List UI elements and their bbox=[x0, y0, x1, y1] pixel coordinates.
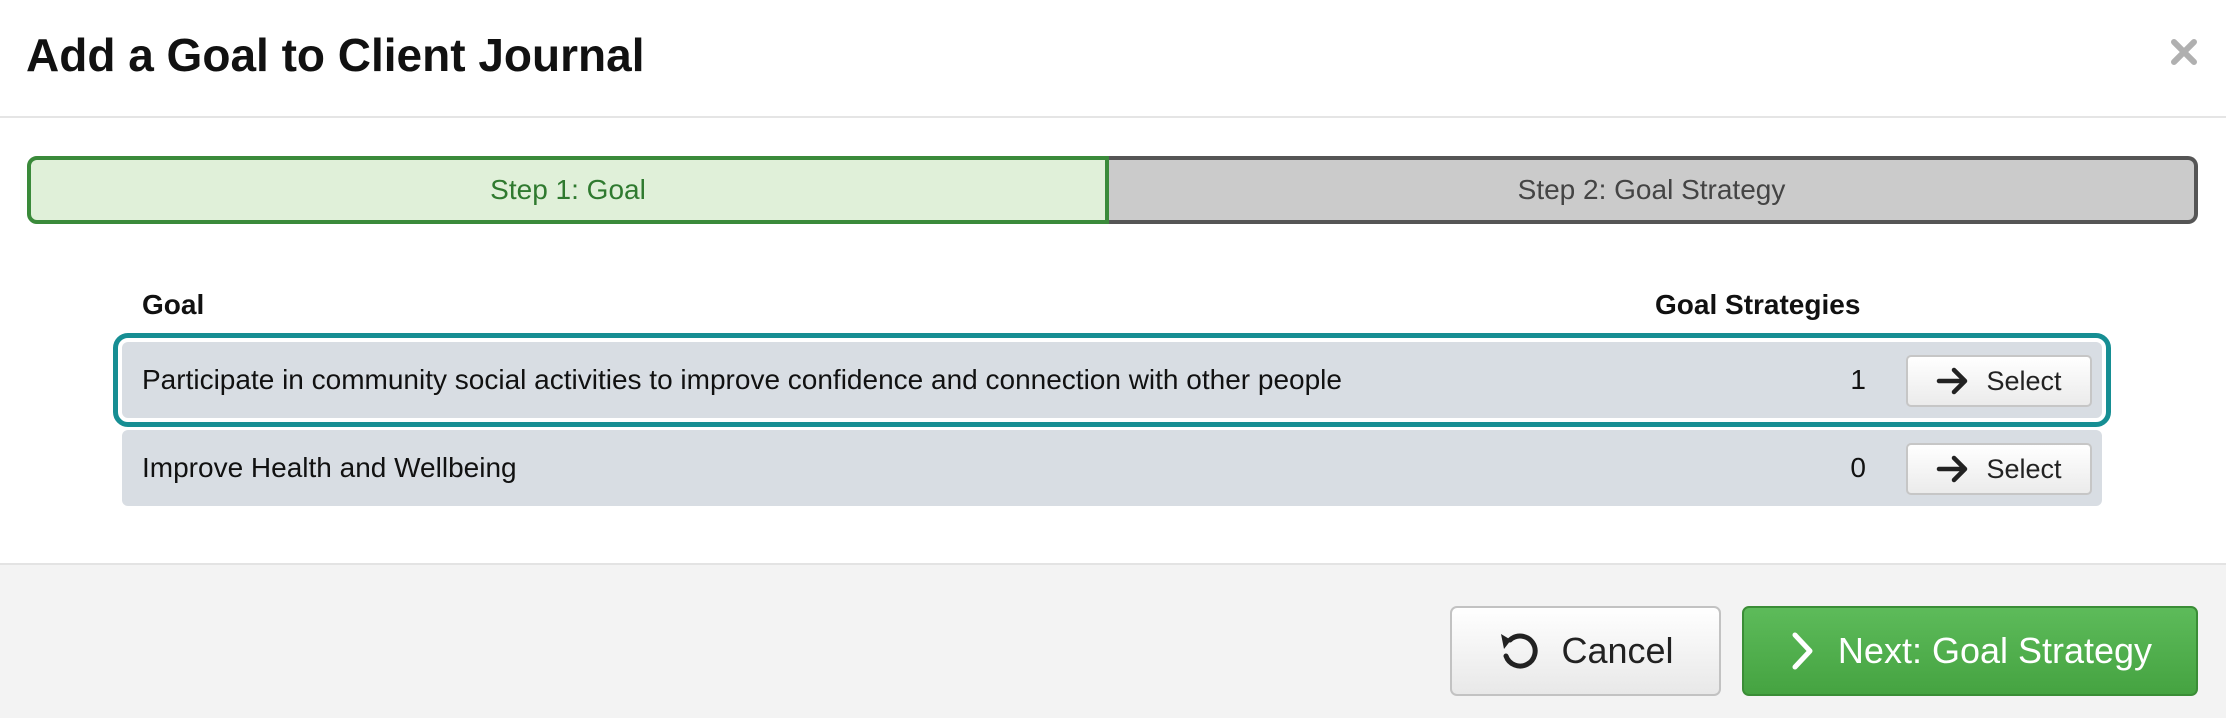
next-button-label: Next: Goal Strategy bbox=[1837, 630, 2153, 671]
select-goal-button[interactable]: Select bbox=[1906, 443, 2092, 495]
select-button-label: Select bbox=[1986, 365, 2062, 396]
goal-strategies-count: 0 bbox=[1850, 452, 1866, 483]
table-row[interactable]: Participate in community social activiti… bbox=[113, 333, 2111, 427]
goal-name: Improve Health and Wellbeing bbox=[142, 452, 517, 483]
chevron-right-icon bbox=[1792, 632, 1813, 670]
next-goal-strategy-button[interactable]: Next: Goal Strategy bbox=[1742, 606, 2198, 696]
column-header-goal: Goal bbox=[142, 289, 205, 320]
undo-icon bbox=[1501, 633, 1539, 669]
goal-table: Goal Goal Strategies Participate in comm… bbox=[0, 0, 2226, 560]
column-header-goal-strategies: Goal Strategies bbox=[1655, 289, 1861, 320]
arrow-right-icon bbox=[1937, 367, 1968, 395]
modal-footer: Cancel Next: Goal Strategy bbox=[0, 563, 2226, 718]
table-row[interactable]: Improve Health and Wellbeing 0 Select bbox=[122, 430, 2102, 506]
goal-strategies-count: 1 bbox=[1850, 364, 1866, 395]
select-button-label: Select bbox=[1986, 453, 2062, 484]
select-goal-button[interactable]: Select bbox=[1906, 355, 2092, 407]
cancel-button[interactable]: Cancel bbox=[1450, 606, 1721, 696]
arrow-right-icon bbox=[1937, 455, 1968, 483]
goal-name: Participate in community social activiti… bbox=[142, 364, 1342, 395]
cancel-button-label: Cancel bbox=[1561, 630, 1674, 671]
